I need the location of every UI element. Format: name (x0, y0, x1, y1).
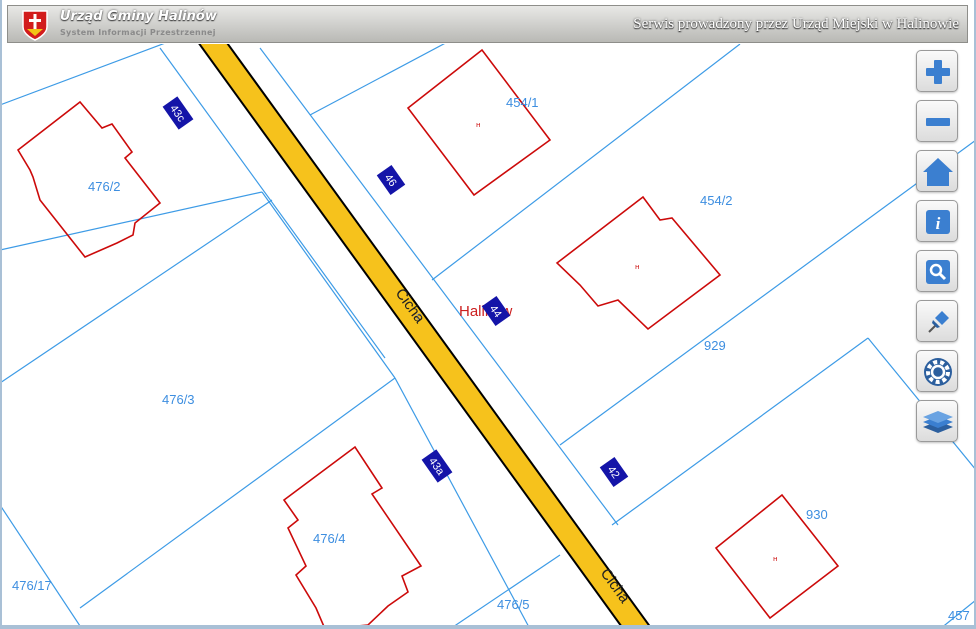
layers-icon (923, 411, 953, 433)
header-bar: Urząd Gminy Halinów System Informacji Pr… (7, 5, 968, 43)
parcel-boundaries (0, 44, 976, 629)
brand-subtitle: System Informacji Przestrzennej (60, 28, 216, 37)
svg-text:н: н (773, 555, 778, 563)
map-canvas[interactable]: н н н 454/1 454/2 476/2 476/3 476/4 476/… (0, 0, 976, 629)
svg-text:i: i (936, 214, 941, 233)
zoom-out-button[interactable] (916, 100, 958, 142)
parcel-label: 929 (704, 338, 726, 353)
search-button[interactable] (916, 250, 958, 292)
house-number-badge: 43c (162, 96, 194, 130)
house-number-badge: 43a (421, 449, 453, 483)
parcel-label: 457 (948, 608, 970, 623)
house-number-badge: 42 (599, 457, 629, 487)
building-markers: н н н (476, 121, 778, 563)
info-icon: i (926, 210, 950, 234)
home-button[interactable] (916, 150, 958, 192)
parcel-label: 454/1 (506, 95, 539, 110)
svg-text:н: н (635, 263, 640, 271)
parcel-label: 476/5 (497, 597, 530, 612)
minus-icon (926, 118, 950, 126)
search-icon (926, 260, 950, 284)
layers-button[interactable] (916, 400, 958, 442)
pin-button[interactable] (916, 300, 958, 342)
parcel-label: 930 (806, 507, 828, 522)
settings-button[interactable] (916, 350, 958, 392)
parcel-label: 476/17 (12, 578, 52, 593)
parcel-label: 476/3 (162, 392, 195, 407)
building-476-4 (282, 445, 423, 629)
plus-icon (926, 60, 950, 84)
service-provider-text: Serwis prowadzony przez Urząd Miejski w … (633, 16, 959, 32)
home-icon (923, 158, 953, 186)
gear-icon (924, 358, 952, 386)
parcel-label: 454/2 (700, 193, 733, 208)
house-number-badge: 46 (376, 165, 406, 195)
info-button[interactable]: i (916, 200, 958, 242)
brand-title: Urząd Gminy Halinów (60, 9, 217, 24)
parcel-label: 476/2 (88, 179, 121, 194)
zoom-in-button[interactable] (916, 50, 958, 92)
parcel-label: 476/4 (313, 531, 346, 546)
pushpin-icon (928, 311, 949, 333)
svg-text:н: н (476, 121, 481, 129)
coat-of-arms-logo (22, 10, 48, 41)
house-number-badge: 44 (481, 296, 511, 326)
